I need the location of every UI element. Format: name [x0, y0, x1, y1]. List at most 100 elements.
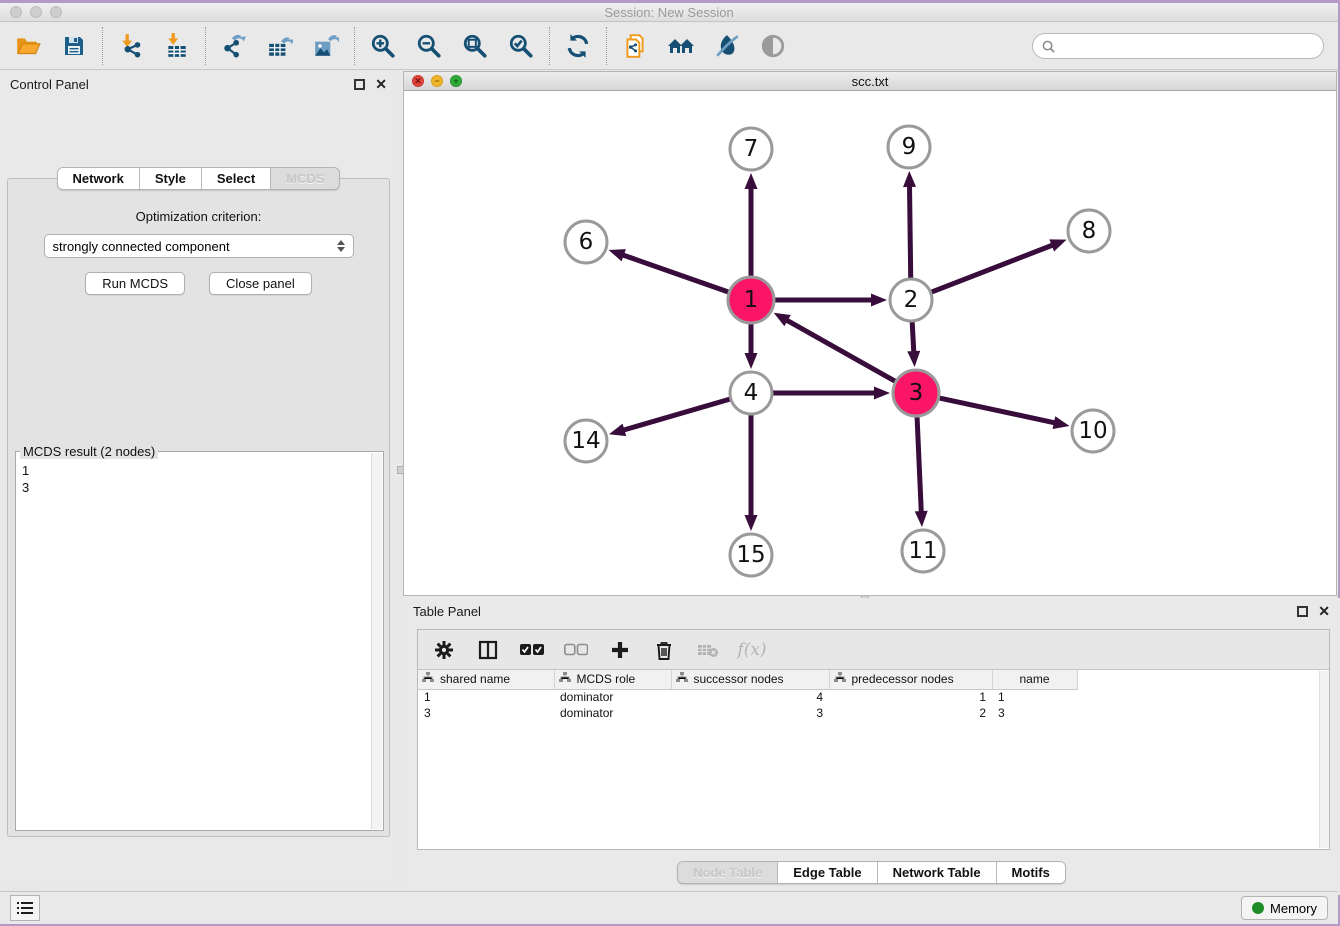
- tab-mcds[interactable]: MCDS: [271, 168, 339, 189]
- edge-2-9[interactable]: [909, 185, 910, 278]
- table-toolbar: f(x): [418, 630, 1329, 670]
- homes-icon[interactable]: [667, 32, 695, 60]
- arrowhead-icon: [903, 171, 916, 187]
- graphics-details-icon[interactable]: [713, 32, 741, 60]
- zoom-fit-icon[interactable]: [461, 32, 489, 60]
- edge-3-11[interactable]: [917, 417, 921, 513]
- column-header-predecessor-nodes[interactable]: predecessor nodes: [829, 670, 992, 689]
- network-close-icon[interactable]: ✕: [412, 75, 424, 87]
- tab-motifs[interactable]: Motifs: [997, 862, 1065, 883]
- mcds-result-text[interactable]: 1 3: [22, 462, 371, 829]
- search-input[interactable]: [1061, 39, 1323, 54]
- memory-button[interactable]: Memory: [1241, 896, 1328, 920]
- edge-3-10[interactable]: [939, 398, 1055, 423]
- table-row[interactable]: 3dominator323: [418, 705, 1329, 721]
- table-cell[interactable]: dominator: [554, 689, 671, 705]
- network-canvas[interactable]: 7968124314101511: [404, 91, 1336, 595]
- network-maximize-icon[interactable]: +: [450, 75, 462, 87]
- save-session-icon[interactable]: [60, 32, 88, 60]
- delete-table-icon[interactable]: [696, 638, 720, 662]
- column-header-shared-name[interactable]: shared name: [418, 670, 554, 689]
- column-header-successor-nodes[interactable]: successor nodes: [671, 670, 829, 689]
- criterion-dropdown[interactable]: strongly connected component: [44, 234, 354, 258]
- tab-network-table[interactable]: Network Table: [878, 862, 997, 883]
- add-row-icon[interactable]: [608, 638, 632, 662]
- close-panel-button[interactable]: Close panel: [209, 272, 312, 295]
- function-icon[interactable]: f(x): [740, 638, 764, 662]
- table-cell[interactable]: dominator: [554, 705, 671, 721]
- search-field[interactable]: [1032, 33, 1324, 59]
- zoom-out-icon[interactable]: [415, 32, 443, 60]
- node-label: 8: [1082, 218, 1097, 244]
- arrowhead-icon: [745, 515, 758, 531]
- node-label: 10: [1078, 418, 1107, 444]
- delete-row-icon[interactable]: [652, 638, 676, 662]
- gear-icon[interactable]: [432, 638, 456, 662]
- edge-2-3[interactable]: [912, 322, 914, 353]
- column-header-name[interactable]: name: [992, 670, 1077, 689]
- node-label: 2: [904, 287, 919, 313]
- zoom-selected-icon[interactable]: [507, 32, 535, 60]
- birdseye-icon[interactable]: [759, 32, 787, 60]
- export-table-icon[interactable]: [266, 32, 294, 60]
- window-title: Session: New Session: [0, 5, 1338, 20]
- import-network-icon[interactable]: [117, 32, 145, 60]
- network-minimize-icon[interactable]: −: [431, 75, 443, 87]
- clone-network-icon[interactable]: [621, 32, 649, 60]
- table-cell[interactable]: 4: [671, 689, 829, 705]
- run-mcds-button[interactable]: Run MCDS: [85, 272, 185, 295]
- memory-label: Memory: [1270, 901, 1317, 916]
- tab-node-table[interactable]: Node Table: [678, 862, 778, 883]
- table-cell-filler: [1077, 689, 1329, 705]
- node-label: 1: [744, 287, 759, 313]
- float-panel-icon[interactable]: [354, 79, 365, 90]
- network-title: scc.txt: [404, 74, 1336, 89]
- table-cell[interactable]: 1: [418, 689, 554, 705]
- close-panel-icon[interactable]: ✕: [375, 77, 387, 91]
- column-header-MCDS-role[interactable]: MCDS role: [554, 670, 671, 689]
- mcds-result-title: MCDS result (2 nodes): [20, 444, 158, 459]
- table-cell[interactable]: 1: [992, 689, 1077, 705]
- window-titlebar: Session: New Session: [0, 3, 1338, 22]
- unselect-all-icon[interactable]: [564, 638, 588, 662]
- table-panel: Table Panel ✕: [403, 598, 1340, 895]
- edge-4-14[interactable]: [622, 399, 729, 430]
- zoom-in-icon[interactable]: [369, 32, 397, 60]
- table-tabs: Node TableEdge TableNetwork TableMotifs: [677, 861, 1066, 884]
- tab-edge-table[interactable]: Edge Table: [778, 862, 877, 883]
- tab-network[interactable]: Network: [58, 168, 140, 189]
- table-cell[interactable]: 3: [992, 705, 1077, 721]
- open-session-icon[interactable]: [14, 32, 42, 60]
- import-table-icon[interactable]: [163, 32, 191, 60]
- table-row[interactable]: 1dominator411: [418, 689, 1329, 705]
- table-cell-filler: [1077, 705, 1329, 721]
- table-cell[interactable]: 2: [829, 705, 992, 721]
- edge-3-1[interactable]: [786, 320, 895, 382]
- tab-select[interactable]: Select: [202, 168, 271, 189]
- task-history-icon[interactable]: [10, 895, 40, 921]
- table-scrollbar[interactable]: [1319, 671, 1329, 848]
- column-header-filler: [1077, 670, 1329, 689]
- node-label: 11: [908, 538, 937, 564]
- select-all-icon[interactable]: [520, 638, 544, 662]
- result-scrollbar[interactable]: [371, 453, 382, 829]
- network-view-window: ✕ − + scc.txt 7968124314101511: [403, 71, 1337, 596]
- edge-1-6[interactable]: [622, 255, 729, 292]
- export-image-icon[interactable]: [312, 32, 340, 60]
- table-cell[interactable]: 3: [671, 705, 829, 721]
- network-graph[interactable]: 7968124314101511: [404, 91, 1336, 595]
- export-network-icon[interactable]: [220, 32, 248, 60]
- sort-hierarchy-icon: [422, 672, 434, 686]
- float-table-panel-icon[interactable]: [1297, 606, 1308, 617]
- columns-icon[interactable]: [476, 638, 500, 662]
- arrowhead-icon: [874, 387, 890, 400]
- table-cell[interactable]: 1: [829, 689, 992, 705]
- main-toolbar: [0, 23, 1338, 70]
- node-table-container: f(x) shared nameMCDS rolesuccessor nodes…: [417, 629, 1330, 850]
- edge-2-8[interactable]: [932, 245, 1054, 292]
- tab-style[interactable]: Style: [140, 168, 202, 189]
- close-table-panel-icon[interactable]: ✕: [1318, 604, 1330, 618]
- table-cell[interactable]: 3: [418, 705, 554, 721]
- node-label: 7: [744, 136, 759, 162]
- refresh-icon[interactable]: [564, 32, 592, 60]
